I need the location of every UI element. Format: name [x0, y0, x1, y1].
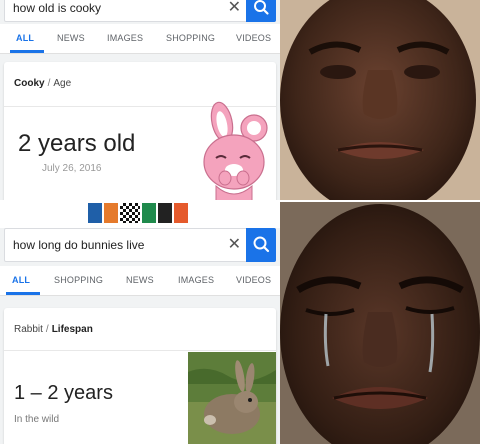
search-tabs: ALL SHOPPING NEWS IMAGES VIDEOS [0, 266, 280, 296]
active-tab-indicator [10, 50, 44, 53]
search-icon [254, 0, 269, 15]
breadcrumb-entity[interactable]: Cooky [14, 78, 45, 89]
answer-date: July 26, 2016 [42, 163, 102, 174]
answer-card: Cooky / Age 2 years old July 26, 2016 [4, 62, 276, 200]
active-tab-indicator [6, 292, 40, 295]
strip-block [120, 203, 140, 223]
tab-all[interactable]: ALL [16, 33, 34, 43]
tab-news[interactable]: NEWS [57, 33, 85, 43]
card-divider [4, 350, 276, 351]
search-bar[interactable]: how old is cooky ✕ [4, 0, 276, 22]
decorative-strip [0, 200, 280, 228]
breadcrumb-entity[interactable]: Rabbit [14, 324, 43, 335]
search-query[interactable]: how old is cooky [13, 1, 101, 15]
tab-shopping[interactable]: SHOPPING [166, 33, 215, 43]
strip-block [88, 203, 102, 223]
strip-block [104, 203, 118, 223]
tab-news[interactable]: NEWS [126, 275, 154, 285]
close-icon[interactable]: ✕ [228, 0, 241, 18]
tab-images[interactable]: IMAGES [178, 275, 214, 285]
answer-subtext: In the wild [14, 414, 60, 425]
close-icon[interactable]: ✕ [228, 235, 241, 255]
search-button[interactable] [246, 228, 276, 262]
breadcrumb-attribute: Lifespan [51, 324, 93, 335]
search-query[interactable]: how long do bunnies live [13, 238, 144, 252]
search-button[interactable] [246, 0, 276, 22]
breadcrumb: Rabbit / Lifespan [14, 324, 93, 335]
tab-shopping[interactable]: SHOPPING [54, 275, 103, 285]
face-photo-top [280, 0, 480, 200]
tab-videos[interactable]: VIDEOS [236, 275, 271, 285]
search-tabs: ALL NEWS IMAGES SHOPPING VIDEOS [0, 24, 280, 54]
search-bar[interactable]: how long do bunnies live ✕ [4, 228, 276, 262]
tab-videos[interactable]: VIDEOS [236, 33, 271, 43]
cooky-image [203, 101, 268, 200]
tab-all[interactable]: ALL [12, 275, 30, 285]
face-illustration [280, 202, 480, 444]
strip-block [158, 203, 172, 223]
breadcrumb: Cooky / Age [14, 78, 72, 89]
search-panel-cooky: how old is cooky ✕ ALL NEWS IMAGES SHOPP… [0, 0, 280, 200]
answer-value: 1 – 2 years [14, 382, 113, 404]
face-illustration [280, 0, 480, 200]
answer-value: 2 years old [18, 130, 136, 157]
answer-card: Rabbit / Lifespan 1 – 2 years In the wild [4, 308, 276, 444]
search-icon [253, 236, 270, 253]
rabbit-image [188, 352, 276, 444]
strip-block [174, 203, 188, 223]
breadcrumb-attribute: Age [53, 78, 72, 89]
search-panel-bunnies: how long do bunnies live ✕ ALL SHOPPING … [0, 228, 280, 444]
tab-images[interactable]: IMAGES [107, 33, 143, 43]
face-photo-bottom [280, 202, 480, 444]
strip-block [142, 203, 156, 223]
